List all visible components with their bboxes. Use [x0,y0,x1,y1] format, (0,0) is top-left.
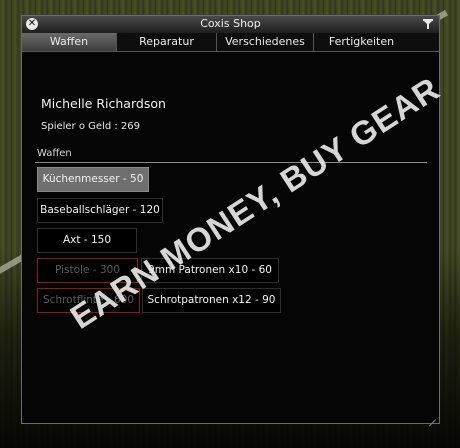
section-divider [35,162,427,163]
tab-waffen[interactable]: Waffen [22,33,117,51]
item-baseballschlaeger[interactable]: Baseballschläger - 120 [37,198,163,223]
item-axt[interactable]: Axt - 150 [37,228,137,253]
item-schrotpatronen[interactable]: Schrotpatronen x12 - 90 [142,288,281,313]
player-money: Spieler o Geld : 269 [41,121,140,132]
tab-reparatur[interactable]: Reparatur [117,33,217,51]
resize-grip-icon[interactable] [428,412,436,427]
section-title: Waffen [37,148,72,159]
tab-bar: Waffen Reparatur Verschiedenes Fertigkei… [22,33,439,52]
item-kuechenmesser[interactable]: Küchenmesser - 50 [37,167,149,192]
shop-window: ✕ Coxis Shop Waffen Reparatur Verschiede… [21,15,440,427]
window-title: Coxis Shop [200,17,261,30]
player-name: Michelle Richardson [41,96,166,111]
title-bar[interactable]: ✕ Coxis Shop [22,16,439,34]
item-9mm-patronen[interactable]: 9mm Patronen x10 - 60 [141,258,279,283]
pin-icon[interactable] [423,18,433,30]
item-pistole[interactable]: Pistole - 300 [37,258,138,283]
tab-verschiedenes[interactable]: Verschiedenes [217,33,314,51]
tab-fertigkeiten[interactable]: Fertigkeiten [314,33,409,51]
item-schrotflinte[interactable]: Schrotflinte - 600 [37,288,140,313]
